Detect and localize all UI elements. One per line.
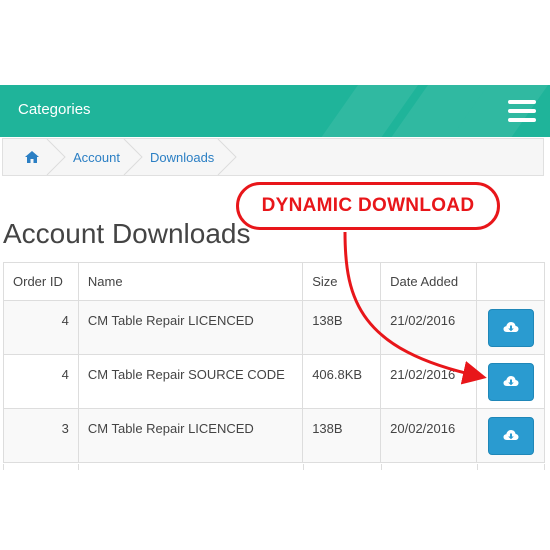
- cloud-download-icon: [503, 429, 519, 440]
- categories-bar: Categories: [0, 85, 550, 137]
- column-header: Date Added: [380, 262, 478, 301]
- breadcrumb: Account Downloads: [2, 138, 544, 176]
- home-icon: [25, 151, 39, 163]
- breadcrumb-item-account[interactable]: Account: [73, 139, 150, 175]
- name-cell: CM Table Repair SOURCE CODE: [77, 354, 304, 409]
- breadcrumb-label: Downloads: [149, 149, 215, 165]
- cloud-download-icon: [503, 321, 519, 332]
- column-header: Size: [302, 262, 382, 301]
- breadcrumb-label: Account: [73, 149, 120, 165]
- table-continuation: [3, 464, 545, 470]
- column-header-action: [476, 262, 545, 301]
- size-cell: 406.8KB: [302, 354, 382, 409]
- column-header: Order ID: [3, 262, 79, 301]
- name-cell: CM Table Repair LICENCED: [77, 408, 304, 463]
- size-cell: 138B: [302, 408, 382, 463]
- size-cell: 138B: [302, 300, 382, 355]
- download-button[interactable]: [487, 308, 534, 347]
- downloads-table: Order ID Name Size Date Added 4 CM Table…: [3, 262, 545, 463]
- breadcrumb-separator-icon: [123, 139, 143, 175]
- dynamic-download-callout: DYNAMIC DOWNLOAD: [236, 182, 500, 230]
- action-cell: [476, 408, 545, 463]
- table-row: 3 CM Table Repair LICENCED 138B 20/02/20…: [3, 408, 545, 463]
- breadcrumb-separator-icon: [217, 139, 238, 175]
- column-header: Name: [77, 262, 304, 301]
- date-cell: 21/02/2016: [380, 300, 478, 355]
- breadcrumb-item-downloads[interactable]: Downloads: [150, 139, 244, 175]
- table-header-row: Order ID Name Size Date Added: [3, 262, 545, 301]
- action-cell: [476, 300, 545, 355]
- download-button[interactable]: [487, 416, 534, 455]
- order-id-cell: 3: [3, 408, 79, 463]
- hamburger-icon[interactable]: [508, 100, 536, 122]
- cloud-download-icon: [503, 375, 519, 386]
- breadcrumb-home[interactable]: [3, 139, 73, 175]
- table-row: 4 CM Table Repair LICENCED 138B 21/02/20…: [3, 300, 545, 355]
- order-id-cell: 4: [3, 354, 79, 409]
- page-title: Account Downloads: [3, 218, 251, 249]
- order-id-cell: 4: [3, 300, 79, 355]
- breadcrumb-separator-icon: [46, 139, 66, 175]
- date-cell: 21/02/2016: [380, 354, 478, 409]
- categories-title: Categories: [18, 101, 91, 118]
- name-cell: CM Table Repair LICENCED: [77, 300, 304, 355]
- date-cell: 20/02/2016: [380, 408, 478, 463]
- action-cell: [476, 354, 545, 409]
- download-button[interactable]: [487, 362, 534, 401]
- table-row: 4 CM Table Repair SOURCE CODE 406.8KB 21…: [3, 354, 545, 409]
